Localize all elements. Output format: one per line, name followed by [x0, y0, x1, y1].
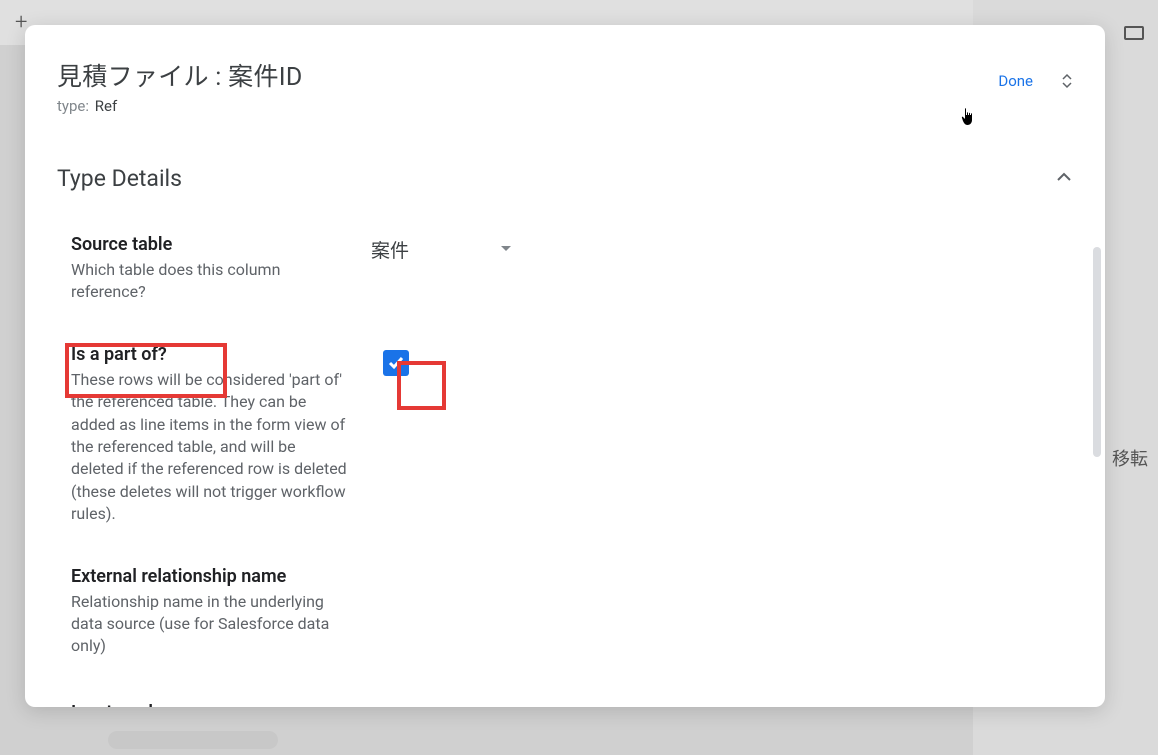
- source-table-control: 案件: [371, 234, 1073, 263]
- is-part-of-description: These rows will be considered 'part of' …: [71, 369, 351, 526]
- input-mode-label: Input mode: [71, 702, 441, 707]
- modal-header-left: 見積ファイル : 案件ID type: Ref: [57, 57, 303, 115]
- external-rel-label-col: External relationship name Relationship …: [71, 566, 371, 658]
- modal-title: 見積ファイル : 案件ID: [57, 57, 303, 93]
- modal-header: 見積ファイル : 案件ID type: Ref Done: [57, 57, 1073, 115]
- is-part-of-row: Is a part of? These rows will be conside…: [71, 344, 1073, 526]
- is-part-of-control: [371, 344, 1073, 376]
- expand-collapse-icon[interactable]: [1061, 71, 1073, 91]
- device-icon: [1124, 26, 1144, 40]
- modal-subtitle: type: Ref: [57, 97, 303, 115]
- external-rel-row: External relationship name Relationship …: [71, 566, 1073, 658]
- input-mode-label-col: Input mode: [71, 702, 441, 707]
- source-table-description: Which table does this column reference?: [71, 259, 351, 304]
- source-table-select[interactable]: 案件: [371, 236, 1073, 263]
- external-rel-control: [371, 566, 1073, 568]
- section-title: Type Details: [57, 165, 182, 192]
- is-part-of-checkbox[interactable]: [383, 350, 409, 376]
- backdrop-pill: [108, 731, 278, 749]
- source-table-value: 案件: [371, 236, 409, 263]
- done-button[interactable]: Done: [998, 72, 1033, 90]
- external-rel-description: Relationship name in the underlying data…: [71, 591, 351, 658]
- type-details-section-header[interactable]: Type Details: [57, 165, 1073, 192]
- modal-header-right: Done: [998, 57, 1073, 91]
- is-part-of-label-col: Is a part of? These rows will be conside…: [71, 344, 371, 526]
- type-label: type:: [57, 97, 89, 115]
- input-mode-row: Input mode Auto Buttons Dropdown: [71, 698, 1073, 707]
- column-settings-modal: 見積ファイル : 案件ID type: Ref Done Type Detail…: [25, 25, 1105, 707]
- input-mode-options: Auto Buttons Dropdown: [441, 698, 1073, 707]
- type-value: Ref: [95, 97, 117, 115]
- backdrop-right-text: 移転: [1112, 445, 1148, 471]
- form-content: Source table Which table does this colum…: [57, 234, 1073, 707]
- is-part-of-label: Is a part of?: [71, 344, 371, 365]
- source-table-label: Source table: [71, 234, 371, 255]
- dropdown-arrow-icon: [499, 240, 513, 259]
- source-table-row: Source table Which table does this colum…: [71, 234, 1073, 304]
- scrollbar[interactable]: [1093, 247, 1101, 457]
- source-table-label-col: Source table Which table does this colum…: [71, 234, 371, 304]
- chevron-up-icon: [1055, 168, 1073, 190]
- external-rel-label: External relationship name: [71, 566, 371, 587]
